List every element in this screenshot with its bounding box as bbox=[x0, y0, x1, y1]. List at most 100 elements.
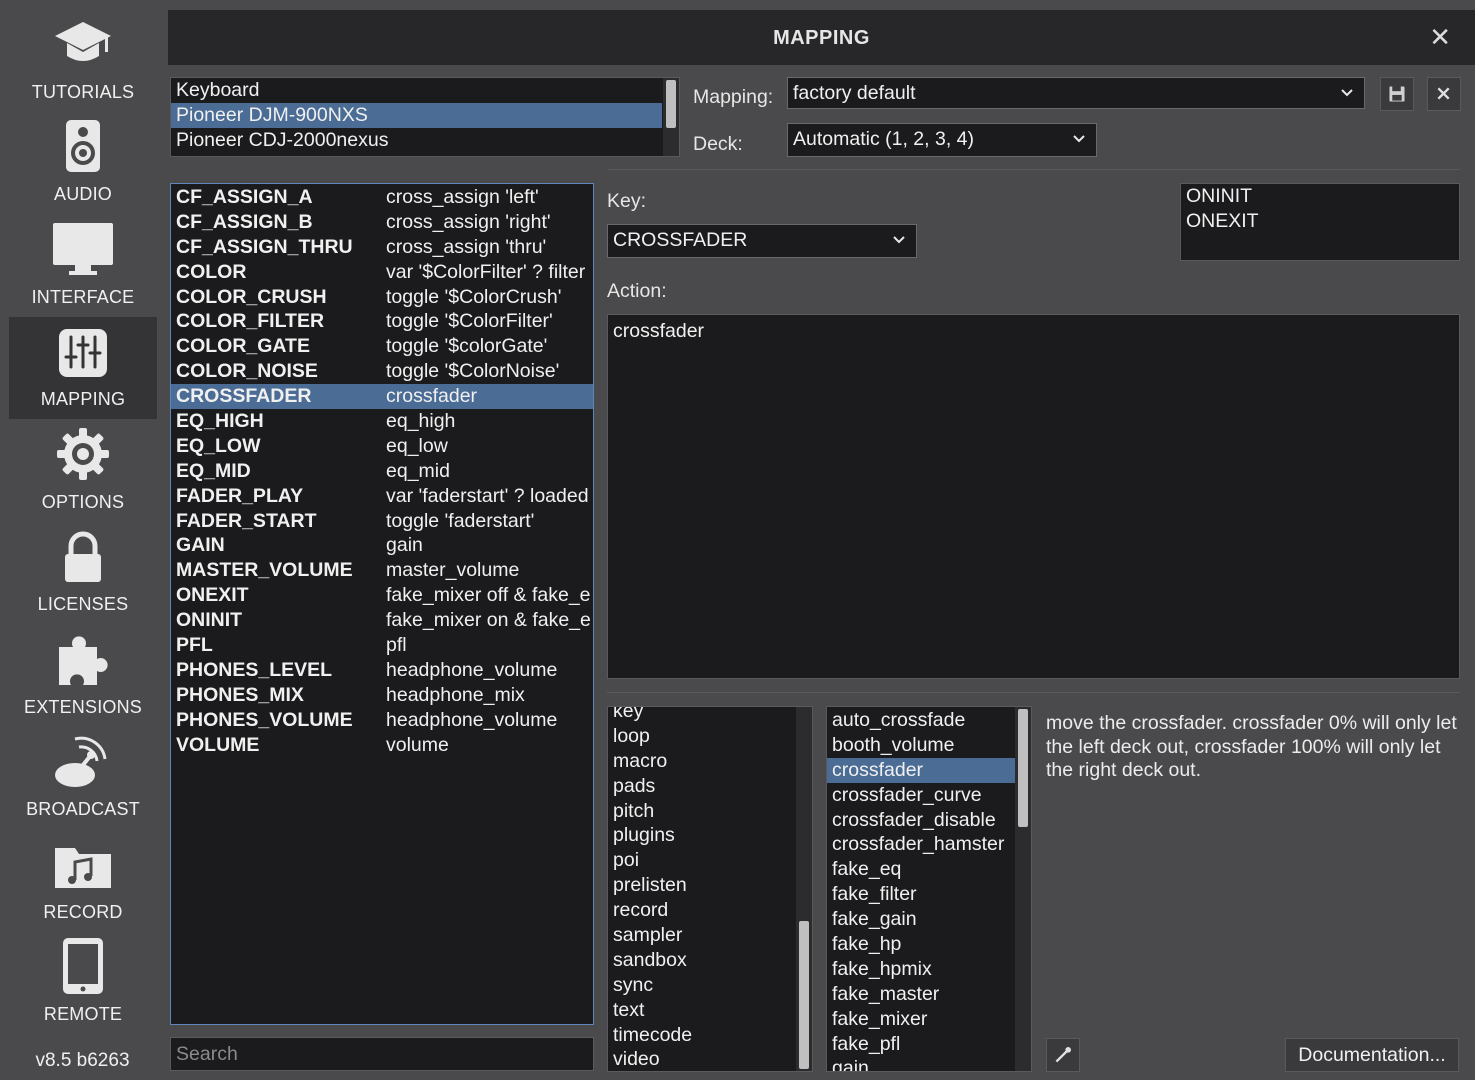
function-action: master_volume bbox=[386, 559, 520, 582]
scrollbar-thumb[interactable] bbox=[1018, 709, 1028, 827]
verb-item[interactable]: crossfader_disable bbox=[827, 808, 1015, 833]
scrollbar[interactable] bbox=[663, 78, 679, 156]
function-row[interactable]: FADER_START toggle 'faderstart' bbox=[171, 509, 593, 534]
function-row[interactable]: COLOR_GATE toggle '$colorGate' bbox=[171, 334, 593, 359]
verb-item[interactable]: gain bbox=[827, 1056, 1015, 1071]
function-row[interactable]: FADER_PLAY var 'faderstart' ? loaded bbox=[171, 484, 593, 509]
list-item-selected[interactable]: Pioneer DJM-900NXS bbox=[171, 102, 662, 128]
category-item[interactable]: video bbox=[608, 1047, 796, 1071]
function-row[interactable]: EQ_LOW eq_low bbox=[171, 434, 593, 459]
verb-item[interactable]: fake_filter bbox=[827, 882, 1015, 907]
delete-mapping-button[interactable] bbox=[1427, 77, 1461, 111]
function-row[interactable]: PHONES_VOLUME headphone_volume bbox=[171, 708, 593, 733]
category-item[interactable]: sandbox bbox=[608, 948, 796, 973]
verb-item[interactable]: fake_hpmix bbox=[827, 957, 1015, 982]
verb-item-selected[interactable]: crossfader bbox=[827, 757, 1015, 783]
verb-item[interactable]: auto_crossfade bbox=[827, 708, 1015, 733]
scrollbar-thumb[interactable] bbox=[666, 80, 676, 128]
function-row[interactable]: CF_ASSIGN_B cross_assign 'right' bbox=[171, 210, 593, 235]
sidebar-item-tutorials[interactable]: TUTORIALS bbox=[9, 10, 157, 112]
function-row[interactable]: COLOR_NOISE toggle '$ColorNoise' bbox=[171, 359, 593, 384]
verb-item[interactable]: fake_gain bbox=[827, 907, 1015, 932]
category-item[interactable]: text bbox=[608, 998, 796, 1023]
category-item[interactable]: sync bbox=[608, 973, 796, 998]
function-row[interactable]: PHONES_MIX headphone_mix bbox=[171, 683, 593, 708]
verb-item[interactable]: crossfader_curve bbox=[827, 783, 1015, 808]
function-action: headphone_mix bbox=[386, 683, 525, 706]
function-row[interactable]: VOLUME volume bbox=[171, 733, 593, 758]
verb-item[interactable]: fake_eq bbox=[827, 857, 1015, 882]
category-item[interactable]: sampler bbox=[608, 923, 796, 948]
category-item[interactable]: pads bbox=[608, 774, 796, 799]
verb-item[interactable]: fake_mixer bbox=[827, 1007, 1015, 1032]
category-item[interactable]: record bbox=[608, 898, 796, 923]
function-row[interactable]: ONEXIT fake_mixer off & fake_e bbox=[171, 583, 593, 608]
mapping-select[interactable]: factory default bbox=[787, 77, 1365, 109]
eyedropper-icon bbox=[1055, 1047, 1071, 1063]
function-row[interactable]: PHONES_LEVEL headphone_volume bbox=[171, 658, 593, 683]
sidebar: TUTORIALS AUDIO INTERFACE MAPPING OPTION… bbox=[0, 0, 158, 1080]
action-text: crossfader bbox=[613, 320, 705, 342]
function-key: EQ_HIGH bbox=[176, 410, 264, 433]
key-select[interactable]: CROSSFADER bbox=[607, 224, 917, 258]
sidebar-item-remote[interactable]: REMOTE bbox=[9, 932, 157, 1034]
sidebar-item-mapping[interactable]: MAPPING bbox=[9, 317, 157, 419]
function-row[interactable]: CF_ASSIGN_THRU cross_assign 'thru' bbox=[171, 235, 593, 260]
category-item[interactable]: timecode bbox=[608, 1023, 796, 1048]
search-input[interactable] bbox=[170, 1037, 594, 1071]
function-action: toggle '$ColorCrush' bbox=[386, 285, 562, 308]
category-item[interactable]: poi bbox=[608, 848, 796, 873]
lock-icon bbox=[65, 531, 101, 582]
scrollbar-thumb[interactable] bbox=[799, 921, 809, 1069]
function-row[interactable]: EQ_MID eq_mid bbox=[171, 459, 593, 484]
deck-select[interactable]: Automatic (1, 2, 3, 4) bbox=[787, 123, 1097, 157]
verb-item[interactable]: fake_hp bbox=[827, 932, 1015, 957]
list-item[interactable]: Pioneer CDJ-2000nexus bbox=[171, 128, 679, 153]
function-key: CF_ASSIGN_THRU bbox=[176, 235, 353, 258]
sidebar-item-label: RECORD bbox=[43, 902, 123, 922]
sidebar-item-licenses[interactable]: LICENSES bbox=[9, 522, 157, 624]
function-action: cross_assign 'left' bbox=[386, 186, 539, 208]
device-list: Keyboard Pioneer DJM-900NXS Pioneer CDJ-… bbox=[170, 77, 680, 157]
function-row[interactable]: EQ_HIGH eq_high bbox=[171, 409, 593, 434]
category-item[interactable]: loop bbox=[608, 724, 796, 749]
function-action: toggle '$colorGate' bbox=[386, 335, 548, 358]
function-key: COLOR_NOISE bbox=[176, 360, 318, 383]
close-icon[interactable]: ✕ bbox=[1429, 22, 1451, 53]
sidebar-item-broadcast[interactable]: BROADCAST bbox=[9, 727, 157, 829]
save-mapping-button[interactable] bbox=[1380, 77, 1414, 111]
pick-verb-button[interactable] bbox=[1046, 1038, 1080, 1072]
sidebar-item-interface[interactable]: INTERFACE bbox=[9, 215, 157, 317]
documentation-button[interactable]: Documentation... bbox=[1285, 1038, 1459, 1072]
list-item[interactable]: ONINIT bbox=[1181, 184, 1459, 209]
function-action: volume bbox=[386, 733, 449, 756]
function-row[interactable]: COLOR_FILTER toggle '$ColorFilter' bbox=[171, 309, 593, 334]
function-row-selected[interactable]: CROSSFADER crossfader bbox=[171, 384, 593, 410]
verb-item[interactable]: crossfader_hamster bbox=[827, 832, 1015, 857]
function-row[interactable]: COLOR_CRUSH toggle '$ColorCrush' bbox=[171, 285, 593, 310]
list-item[interactable]: Keyboard bbox=[171, 78, 679, 103]
category-item[interactable]: prelisten bbox=[608, 873, 796, 898]
category-item[interactable]: macro bbox=[608, 749, 796, 774]
function-row[interactable]: COLOR var '$ColorFilter' ? filter bbox=[171, 260, 593, 285]
scrollbar[interactable] bbox=[1015, 707, 1031, 1071]
verb-item[interactable]: fake_pfl bbox=[827, 1032, 1015, 1057]
category-item[interactable]: plugins bbox=[608, 823, 796, 848]
verb-item[interactable]: fake_master bbox=[827, 982, 1015, 1007]
function-row[interactable]: CF_ASSIGN_A cross_assign 'left' bbox=[171, 185, 593, 210]
sidebar-item-options[interactable]: OPTIONS bbox=[9, 420, 157, 522]
category-item[interactable]: key bbox=[608, 707, 796, 724]
sidebar-item-extensions[interactable]: EXTENSIONS bbox=[9, 625, 157, 727]
category-item[interactable]: pitch bbox=[608, 799, 796, 824]
action-editor[interactable]: crossfader bbox=[607, 314, 1460, 679]
function-row[interactable]: PFL pfl bbox=[171, 633, 593, 658]
sidebar-item-record[interactable]: RECORD bbox=[9, 830, 157, 932]
scrollbar[interactable] bbox=[796, 707, 812, 1071]
sidebar-item-label: EXTENSIONS bbox=[23, 697, 143, 717]
function-row[interactable]: GAIN gain bbox=[171, 533, 593, 558]
verb-item[interactable]: booth_volume bbox=[827, 733, 1015, 758]
function-row[interactable]: ONINIT fake_mixer on & fake_e bbox=[171, 608, 593, 633]
function-row[interactable]: MASTER_VOLUME master_volume bbox=[171, 558, 593, 583]
sidebar-item-audio[interactable]: AUDIO bbox=[9, 112, 157, 214]
list-item[interactable]: ONEXIT bbox=[1181, 209, 1459, 234]
